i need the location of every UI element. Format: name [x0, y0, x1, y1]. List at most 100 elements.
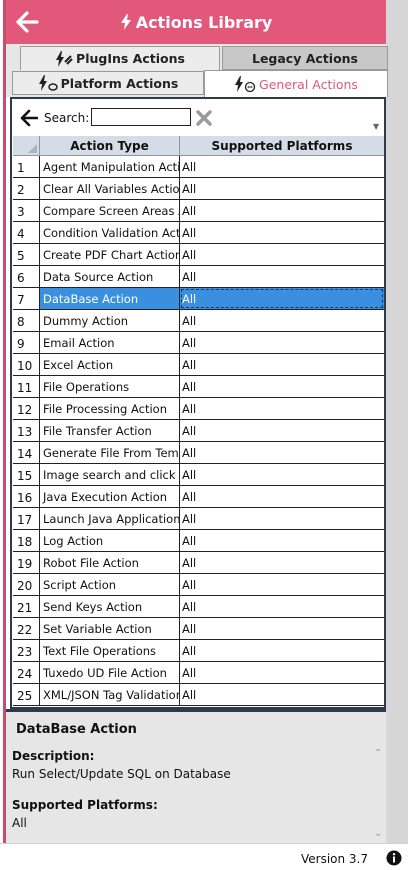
cell-action-type[interactable]: DataBase Action	[40, 288, 180, 309]
chevron-up-icon[interactable]: ⌃	[374, 748, 382, 759]
search-input[interactable]	[91, 108, 191, 126]
cell-action-type[interactable]: Excel Action	[40, 354, 180, 375]
cell-action-type[interactable]: Tuxedo UD File Action	[40, 662, 180, 683]
cell-supported-platforms[interactable]: All	[180, 486, 384, 507]
cell-supported-platforms[interactable]: All	[180, 420, 384, 441]
table-row[interactable]: 15 Image search and click on All	[13, 464, 384, 486]
table-row[interactable]: 21 Send Keys Action All	[13, 596, 384, 618]
search-bar: Search: ▼	[12, 99, 384, 136]
table-row[interactable]: 4Condition Validation ActionAll	[13, 222, 384, 244]
row-number: 5	[13, 244, 40, 265]
cell-supported-platforms[interactable]: All	[180, 574, 384, 595]
cell-action-type[interactable]: Send Keys Action	[40, 596, 180, 617]
cell-supported-platforms[interactable]: All	[180, 310, 384, 331]
table-row[interactable]: 7 DataBase Action All	[13, 288, 384, 310]
table-row[interactable]: 14Generate File From TemplateAll	[13, 442, 384, 464]
column-header-action-type[interactable]: Action Type	[40, 136, 180, 155]
details-platforms-label: Supported Platforms:	[12, 798, 158, 812]
clear-x-icon[interactable]	[196, 110, 212, 126]
cell-supported-platforms[interactable]: All	[180, 508, 384, 529]
table-row[interactable]: 8 Dummy Action All	[13, 310, 384, 332]
cell-action-type[interactable]: Compare Screen Areas Action	[40, 200, 180, 221]
cell-supported-platforms[interactable]: All	[180, 178, 384, 199]
row-number: 11	[13, 376, 40, 397]
table-row[interactable]: 1 Agent Manipulation Action All	[13, 156, 384, 178]
cell-action-type[interactable]: Condition Validation Action	[40, 222, 180, 243]
cell-supported-platforms[interactable]: All	[180, 530, 384, 551]
column-header-supported-platforms[interactable]: Supported Platforms	[180, 136, 384, 155]
table-row[interactable]: 3Compare Screen Areas ActionAll	[13, 200, 384, 222]
table-row[interactable]: 22 Set Variable Action All	[13, 618, 384, 640]
cell-supported-platforms[interactable]: All	[180, 200, 384, 221]
cell-supported-platforms[interactable]: All	[180, 354, 384, 375]
cell-supported-platforms[interactable]: All	[180, 156, 384, 177]
cell-supported-platforms[interactable]: All	[180, 464, 384, 485]
cell-action-type[interactable]: Generate File From Template	[40, 442, 180, 463]
cell-supported-platforms[interactable]: All	[180, 640, 384, 661]
cell-supported-platforms[interactable]: All	[180, 442, 384, 463]
back-arrow-icon[interactable]	[14, 9, 40, 35]
cell-supported-platforms[interactable]: All	[180, 222, 384, 243]
back-arrow-icon[interactable]	[20, 109, 38, 127]
table-row[interactable]: 20 Script Action All	[13, 574, 384, 596]
tab-legacy-actions[interactable]: Legacy Actions	[222, 46, 388, 70]
cell-action-type[interactable]: File Processing Action	[40, 398, 180, 419]
table-row[interactable]: 5 Create PDF Chart Action All	[13, 244, 384, 266]
cell-supported-platforms[interactable]: All	[180, 288, 384, 309]
footer-bar: Version 3.7	[0, 843, 408, 870]
table-row[interactable]: 17 Launch Java Application All	[13, 508, 384, 530]
cell-action-type[interactable]: Script Action	[40, 574, 180, 595]
table-row[interactable]: 10 Excel Action All	[13, 354, 384, 376]
cell-action-type[interactable]: Dummy Action	[40, 310, 180, 331]
cell-action-type[interactable]: Java Execution Action	[40, 486, 180, 507]
cell-action-type[interactable]: Robot File Action	[40, 552, 180, 573]
cell-action-type[interactable]: Log Action	[40, 530, 180, 551]
cell-supported-platforms[interactable]: All	[180, 662, 384, 683]
cell-action-type[interactable]: Create PDF Chart Action	[40, 244, 180, 265]
tab-general-actions[interactable]: General Actions	[204, 70, 388, 97]
table-row[interactable]: 16 Java Execution Action All	[13, 486, 384, 508]
table-row[interactable]: 24 Tuxedo UD File Action All	[13, 662, 384, 684]
cell-action-type[interactable]: Image search and click on	[40, 464, 180, 485]
grid-corner-select-all[interactable]	[13, 136, 40, 155]
action-details-panel: DataBase Action Description: Run Select/…	[6, 709, 386, 843]
cell-action-type[interactable]: Clear All Variables Action	[40, 178, 180, 199]
cell-supported-platforms[interactable]: All	[180, 376, 384, 397]
cell-action-type[interactable]: XML/JSON Tag Validation	[40, 684, 180, 705]
table-row[interactable]: 2 Clear All Variables Action All	[13, 178, 384, 200]
row-number: 3	[13, 200, 40, 221]
cell-action-type[interactable]: Agent Manipulation Action	[40, 156, 180, 177]
table-row[interactable]: 23 Text File Operations All	[13, 640, 384, 662]
row-number: 23	[13, 640, 40, 661]
table-row[interactable]: 6 Data Source Action All	[13, 266, 384, 288]
cell-supported-platforms[interactable]: All	[180, 244, 384, 265]
cell-action-type[interactable]: Data Source Action	[40, 266, 180, 287]
table-row[interactable]: 9 Email Action All	[13, 332, 384, 354]
cell-supported-platforms[interactable]: All	[180, 266, 384, 287]
table-row[interactable]: 25 XML/JSON Tag Validation All	[13, 684, 384, 706]
table-row[interactable]: 18 Log Action All	[13, 530, 384, 552]
chevron-down-icon[interactable]: ⌄	[374, 828, 382, 839]
cell-action-type[interactable]: Launch Java Application	[40, 508, 180, 529]
cell-supported-platforms[interactable]: All	[180, 332, 384, 353]
cell-action-type[interactable]: File Operations	[40, 376, 180, 397]
cell-supported-platforms[interactable]: All	[180, 398, 384, 419]
actions-table-panel: Search: ▼ Action Type Supported Platform…	[10, 97, 386, 709]
table-row[interactable]: 12 File Processing Action All	[13, 398, 384, 420]
cell-supported-platforms[interactable]: All	[180, 596, 384, 617]
actions-grid: Action Type Supported Platforms 1 Agent M…	[13, 136, 384, 706]
cell-action-type[interactable]: Text File Operations	[40, 640, 180, 661]
table-row[interactable]: 13 File Transfer Action All	[13, 420, 384, 442]
cell-action-type[interactable]: Set Variable Action	[40, 618, 180, 639]
tab-plugins-actions[interactable]: PlugIns Actions	[20, 46, 220, 70]
cell-supported-platforms[interactable]: All	[180, 684, 384, 705]
table-row[interactable]: 19 Robot File Action All	[13, 552, 384, 574]
row-number: 1	[13, 156, 40, 177]
cell-action-type[interactable]: File Transfer Action	[40, 420, 180, 441]
info-icon[interactable]	[386, 850, 402, 866]
tab-platform-actions[interactable]: Platform Actions	[12, 71, 204, 95]
table-row[interactable]: 11 File Operations All	[13, 376, 384, 398]
cell-action-type[interactable]: Email Action	[40, 332, 180, 353]
cell-supported-platforms[interactable]: All	[180, 618, 384, 639]
cell-supported-platforms[interactable]: All	[180, 552, 384, 573]
